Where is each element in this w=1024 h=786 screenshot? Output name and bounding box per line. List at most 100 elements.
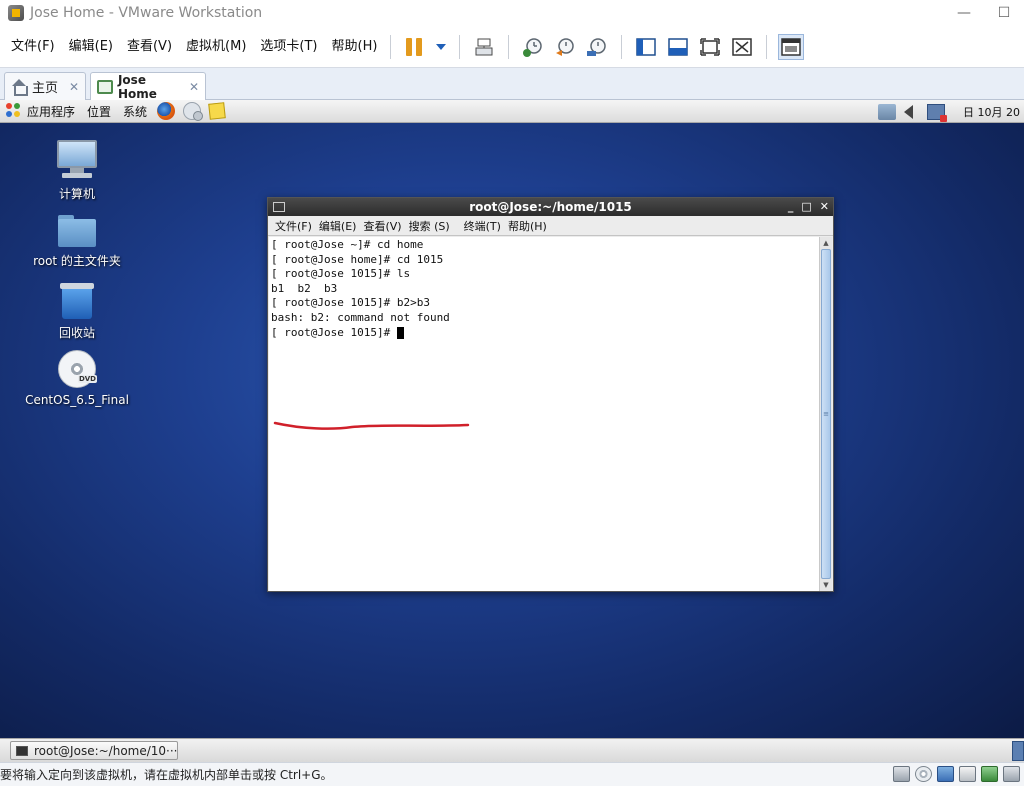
terminal-line: [ root@Jose 1015]# b2>b3: [271, 296, 430, 310]
terminal-menu-terminal[interactable]: 终端(T): [464, 218, 501, 234]
red-underline-annotation: [273, 421, 470, 430]
gnome-top-panel: 应用程序 位置 系统 日 10月 20: [0, 100, 1024, 123]
tab-home-label: 主页: [32, 81, 59, 96]
terminal-menu-search[interactable]: 搜索 (S): [409, 218, 450, 234]
applications-icon: [6, 103, 22, 119]
gnome-bottom-panel: root@Jose:~/home/10···: [0, 738, 1024, 762]
terminal-window[interactable]: root@Jose:~/home/1015 _ □ ✕ 文件(F) 编辑(E) …: [267, 197, 834, 592]
vmware-logo-icon: [8, 5, 24, 21]
desktop-icon-trash[interactable]: 回收站: [22, 283, 132, 341]
text-editor-icon[interactable]: [208, 102, 226, 120]
show-library-button[interactable]: [633, 34, 659, 60]
pause-button[interactable]: [402, 34, 428, 60]
terminal-line: bash: b2: command not found: [271, 310, 450, 324]
send-ctrl-alt-del-button[interactable]: [471, 34, 497, 60]
status-message: 要将输入定向到该虚拟机，请在虚拟机内部单击或按 Ctrl+G。: [0, 768, 333, 782]
terminal-prompt: [ root@Jose 1015]#: [271, 325, 397, 339]
desktop-icon-label: 计算机: [58, 187, 95, 201]
clock[interactable]: 日 10月 20: [963, 104, 1020, 120]
desktop-icon-computer[interactable]: 计算机: [22, 140, 132, 202]
snapshot-icon: [523, 37, 543, 57]
unity-icon: [732, 37, 753, 56]
cd-icon[interactable]: [915, 766, 932, 782]
fullscreen-icon: [700, 37, 721, 56]
terminal-line: [ root@Jose ~]# cd home: [271, 238, 424, 251]
desktop-icon-dvd[interactable]: DVD CentOS_6.5_Final: [22, 350, 132, 407]
tab-jose-home-label: Jose Home: [117, 73, 157, 101]
tab-home[interactable]: 主页 ✕: [4, 72, 86, 100]
terminal-scrollbar[interactable]: ▲ ≡ ▼: [819, 237, 832, 591]
console-view-icon: [668, 37, 689, 56]
network-icon[interactable]: [937, 766, 954, 782]
firefox-icon[interactable]: [157, 102, 176, 120]
maximize-button[interactable]: ☐: [984, 0, 1024, 26]
home-folder-icon: [58, 215, 96, 247]
toolbar-separator: [508, 34, 510, 59]
printer-icon[interactable]: [959, 766, 976, 782]
terminal-line: [ root@Jose home]# cd 1015: [271, 252, 444, 266]
console-view-button[interactable]: [665, 34, 691, 60]
tab-jose-home[interactable]: Jose Home ✕: [90, 72, 206, 101]
menu-vm[interactable]: 虚拟机(M): [181, 35, 251, 59]
menu-help[interactable]: 帮助(H): [327, 35, 383, 59]
terminal-menu-edit[interactable]: 编辑(E): [319, 218, 357, 234]
window-controls: — ☐: [944, 0, 1024, 26]
tab-bar: 主页 ✕ Jose Home ✕: [0, 68, 1024, 101]
hard-disk-icon[interactable]: [893, 766, 910, 782]
window-titlebar: Jose Home - VMware Workstation — ☐: [0, 0, 1024, 26]
tab-home-close-icon[interactable]: ✕: [69, 80, 79, 94]
system-menu[interactable]: 系统: [123, 103, 147, 120]
terminal-titlebar[interactable]: root@Jose:~/home/1015 _ □ ✕: [268, 198, 833, 216]
terminal-minimize-button[interactable]: _: [788, 198, 794, 216]
usb-icon[interactable]: [1003, 766, 1020, 782]
applications-menu[interactable]: 应用程序: [6, 103, 75, 120]
desktop-icon-label: CentOS_6.5_Final: [25, 393, 129, 407]
places-menu[interactable]: 位置: [87, 103, 111, 120]
trash-icon: [60, 283, 94, 319]
terminal-prompt-line: [ root@Jose 1015]#: [271, 326, 817, 341]
fullscreen-button[interactable]: [697, 34, 723, 60]
scroll-down-icon[interactable]: ▼: [820, 579, 832, 591]
menu-file[interactable]: 文件(F): [6, 35, 60, 59]
menu-edit[interactable]: 编辑(E): [64, 35, 118, 59]
terminal-menu-file[interactable]: 文件(F): [275, 218, 312, 234]
power-dropdown-button[interactable]: [434, 34, 448, 60]
terminal-cursor: [396, 326, 404, 339]
network-icon[interactable]: [878, 103, 896, 120]
vm-guest-screen[interactable]: 应用程序 位置 系统 日 10月 20 计算机 root 的主文件夹 回收站 D…: [0, 100, 1024, 738]
terminal-line: [ root@Jose 1015]# ls: [271, 267, 411, 281]
snapshot-manager-button[interactable]: [584, 34, 610, 60]
toolbar-separator: [621, 34, 623, 59]
terminal-menu-view[interactable]: 查看(V): [363, 218, 401, 234]
scrollbar-thumb[interactable]: ≡: [821, 249, 831, 579]
minimize-button[interactable]: —: [944, 0, 984, 26]
terminal-menu-help[interactable]: 帮助(H): [508, 218, 547, 234]
volume-icon[interactable]: [904, 104, 913, 119]
workspace-switcher[interactable]: [1012, 741, 1024, 761]
updates-icon[interactable]: [927, 103, 947, 122]
terminal-output[interactable]: [ root@Jose ~]# cd home [ root@Jose home…: [269, 237, 819, 591]
scroll-up-icon[interactable]: ▲: [820, 237, 832, 249]
menu-bar: 文件(F) 编辑(E) 查看(V) 虚拟机(M) 选项卡(T) 帮助(H): [0, 26, 1024, 68]
tab-jose-home-close-icon[interactable]: ✕: [189, 80, 199, 94]
desktop-icon-home-folder[interactable]: root 的主文件夹: [22, 215, 132, 269]
desktop-icon-label: 回收站: [58, 326, 95, 340]
taskbar-terminal-button[interactable]: root@Jose:~/home/10···: [10, 741, 178, 760]
pause-icon: [406, 37, 424, 56]
window-title: Jose Home - VMware Workstation: [30, 5, 263, 21]
vmware-statusbar: 要将输入定向到该虚拟机，请在虚拟机内部单击或按 Ctrl+G。: [0, 762, 1024, 786]
unity-button[interactable]: [729, 34, 755, 60]
computer-icon: [56, 140, 98, 180]
home-icon: [11, 78, 28, 96]
menu-tabs[interactable]: 选项卡(T): [255, 35, 322, 59]
menu-view[interactable]: 查看(V): [122, 35, 177, 59]
terminal-close-button[interactable]: ✕: [820, 198, 829, 216]
thumbnail-view-button[interactable]: [778, 33, 805, 60]
revert-snapshot-button[interactable]: [552, 34, 578, 60]
terminal-maximize-button[interactable]: □: [801, 198, 811, 216]
device-status-icons: [893, 766, 1020, 782]
take-snapshot-button[interactable]: [520, 34, 546, 60]
email-client-icon[interactable]: [183, 102, 204, 121]
desktop-icon-label: root 的主文件夹: [33, 254, 121, 268]
sound-icon[interactable]: [981, 766, 998, 782]
